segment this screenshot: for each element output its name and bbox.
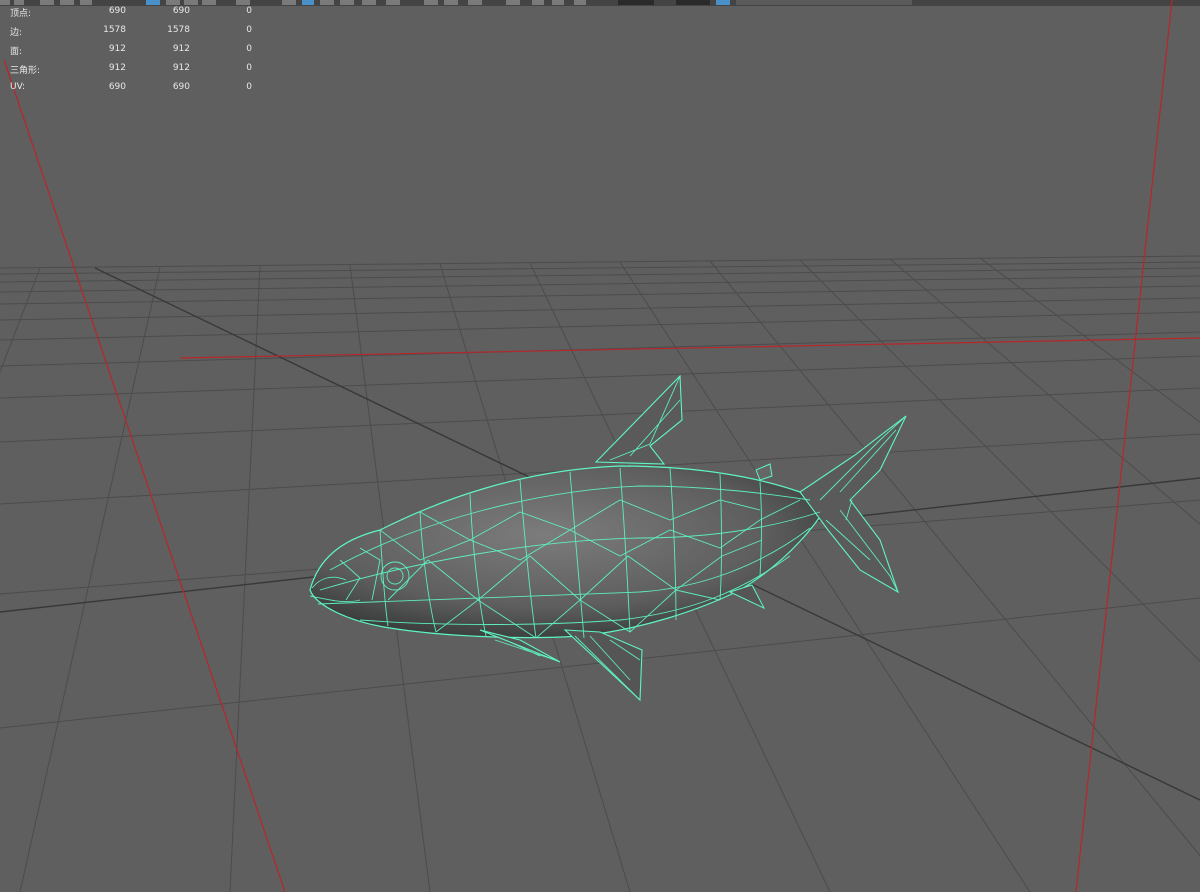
hud-value: 0 — [246, 25, 252, 35]
poly-count-hud: 顶点: 690 690 0 边: 1578 1578 0 面: 912 912 … — [0, 0, 260, 100]
hud-value: 0 — [246, 63, 252, 73]
hud-value: 0 — [246, 44, 252, 54]
hud-value: 912 — [108, 63, 126, 73]
hud-value: 1578 — [103, 25, 126, 35]
hud-value: 690 — [108, 6, 126, 16]
hud-value: 0 — [246, 82, 252, 92]
hud-value: 0 — [246, 6, 252, 16]
viewport-3d[interactable]: 顶点: 690 690 0 边: 1578 1578 0 面: 912 912 … — [0, 0, 1200, 892]
axis-lines — [3, 0, 1200, 892]
hud-label: 三角形: — [10, 66, 41, 76]
hud-value: 690 — [172, 82, 190, 92]
hud-value: 912 — [172, 63, 190, 73]
hud-label: 顶点: — [10, 9, 32, 19]
hud-value: 690 — [172, 6, 190, 16]
hud-label: UV: — [10, 82, 26, 92]
hud-value: 1578 — [167, 25, 190, 35]
hud-label: 边: — [10, 28, 23, 38]
hud-value: 690 — [108, 82, 126, 92]
hud-label: 面: — [10, 47, 23, 57]
hud-value: 912 — [108, 44, 126, 54]
hud-value: 912 — [172, 44, 190, 54]
scene-canvas — [0, 0, 1200, 892]
